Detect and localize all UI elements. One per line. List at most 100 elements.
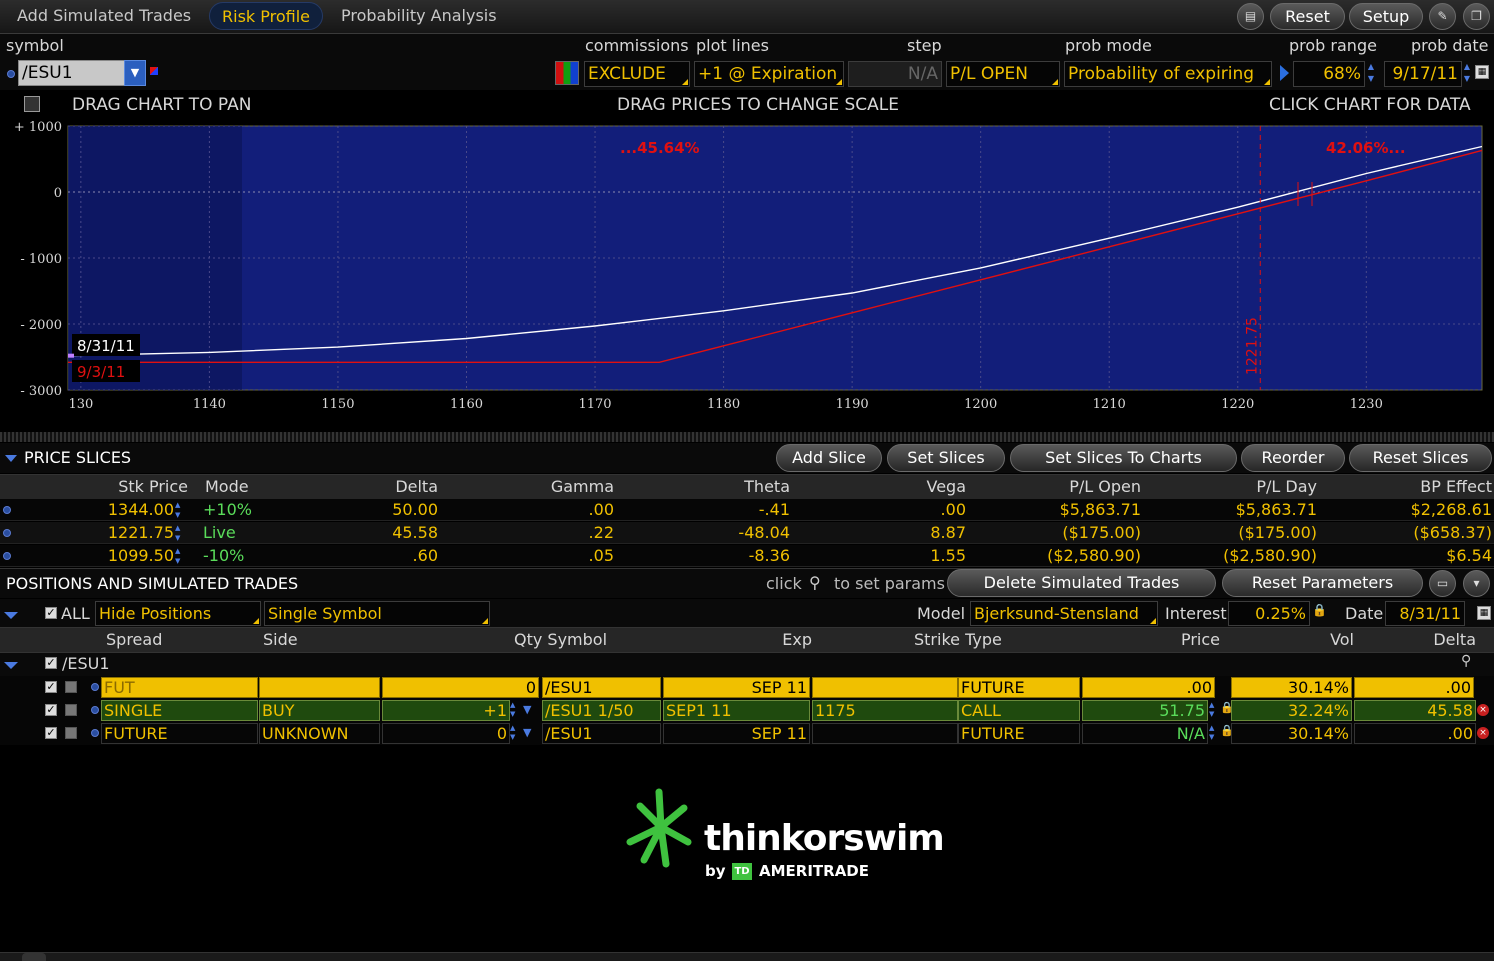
position-spread[interactable]: FUT [101, 677, 258, 698]
print-icon[interactable]: ▤ [1237, 3, 1264, 30]
tab-add-simulated-trades[interactable]: Add Simulated Trades [5, 2, 203, 30]
position-delta[interactable]: .00 [1354, 723, 1476, 744]
prob-date-input[interactable]: 9/17/11 [1384, 61, 1462, 87]
options-menu-icon[interactable]: ▾ [1463, 570, 1490, 597]
symbol-input[interactable]: /ESU1 [18, 60, 128, 86]
position-strike[interactable]: 1175 [812, 700, 958, 721]
position-vol[interactable]: 30.14% [1231, 677, 1352, 698]
col-pl-day[interactable]: P/L Day [1256, 477, 1317, 496]
position-side[interactable]: UNKNOWN [259, 723, 380, 744]
plot-lines-select[interactable]: +1 @ Expiration [694, 61, 844, 87]
col-price[interactable]: Price [1181, 630, 1220, 649]
slice-stk-price[interactable]: 1344.00 [108, 500, 174, 519]
expand-arrow-icon[interactable] [1280, 65, 1289, 81]
group-checkbox[interactable]: ✓ [45, 657, 57, 669]
collapse-slices-icon[interactable] [5, 455, 17, 462]
position-spread[interactable]: SINGLE [101, 700, 258, 721]
slice-row[interactable]: 1344.00 ▲ ▼ +10% 50.00 .00 -.41 .00 $5,863.71 $5,… [0, 499, 1494, 521]
add-slice-button[interactable]: Add Slice [776, 444, 882, 472]
symbol-dropdown-icon[interactable]: ▼ [124, 60, 146, 86]
position-exp[interactable]: SEP 11 [663, 677, 810, 698]
col-side[interactable]: Side [263, 630, 298, 649]
position-price[interactable]: N/A [1082, 723, 1208, 744]
reset-button[interactable]: Reset [1270, 3, 1345, 30]
prob-mode-select[interactable]: Probability of expiring [1064, 61, 1272, 87]
position-exp[interactable]: SEP1 11 [663, 700, 810, 721]
position-type[interactable]: FUTURE [958, 723, 1080, 744]
position-checkbox[interactable]: ✓ [45, 681, 57, 693]
position-strike[interactable] [812, 723, 958, 744]
remove-position-icon[interactable]: × [1477, 727, 1489, 739]
col-qty-symbol[interactable]: Qty Symbol [514, 630, 607, 649]
position-type[interactable]: FUTURE [958, 677, 1080, 698]
col-pos-delta[interactable]: Delta [1433, 630, 1476, 649]
col-gamma[interactable]: Gamma [551, 477, 614, 496]
position-checkbox[interactable]: ✓ [45, 704, 57, 716]
remove-position-icon[interactable]: × [1477, 704, 1489, 716]
symbol-dropdown-icon[interactable]: ▼ [523, 726, 531, 739]
position-row[interactable]: ✓ SINGLE BUY +1 ▲ ▼ ▼/ESU1 1/50 SEP1 11 1175 CALL… [0, 699, 1494, 722]
position-checkbox[interactable]: ✓ [45, 727, 57, 739]
col-mode[interactable]: Mode [205, 477, 249, 496]
price-stepper[interactable]: ▲ ▼ [1209, 701, 1214, 719]
reorder-button[interactable]: Reorder [1241, 444, 1345, 472]
prob-range-stepper[interactable]: ▲ ▼ [1365, 61, 1377, 87]
delete-simulated-trades-button[interactable]: Delete Simulated Trades [947, 569, 1216, 597]
price-stepper[interactable]: ▲ ▼ [1209, 724, 1214, 742]
collapse-group-icon[interactable] [4, 662, 18, 669]
qty-stepper[interactable]: ▲ ▼ [510, 724, 515, 742]
tab-probability-analysis[interactable]: Probability Analysis [329, 2, 509, 30]
interest-lock-icon[interactable]: 🔒 [1312, 603, 1327, 617]
slice-row[interactable]: 1099.50 ▲ ▼ -10% .60 .05 -8.36 1.55 ($2,580.90) (… [0, 545, 1494, 567]
pin-icon[interactable]: ✎ [1429, 3, 1456, 30]
link-color-icon[interactable] [150, 67, 158, 75]
position-qty[interactable]: 0 [382, 723, 510, 744]
position-symbol[interactable]: /ESU1 [542, 723, 661, 744]
position-strike[interactable] [812, 677, 958, 698]
single-symbol-select[interactable]: Single Symbol [264, 601, 490, 626]
col-spread[interactable]: Spread [106, 630, 162, 649]
col-exp[interactable]: Exp [782, 630, 812, 649]
symbol-dropdown-icon[interactable]: ▼ [523, 703, 531, 716]
prob-range-input[interactable]: 68% [1293, 61, 1365, 87]
pl-mode-select[interactable]: P/L OPEN [946, 61, 1060, 87]
date-calendar-icon[interactable]: ▦ [1477, 606, 1491, 620]
all-checkbox[interactable]: ✓ [45, 607, 57, 619]
position-select-box[interactable] [65, 727, 77, 739]
col-vol[interactable]: Vol [1330, 630, 1354, 649]
slice-stk-price[interactable]: 1221.75 [108, 523, 174, 542]
col-theta[interactable]: Theta [744, 477, 790, 496]
commissions-select[interactable]: EXCLUDE [584, 61, 690, 87]
position-exp[interactable]: SEP 11 [663, 723, 810, 744]
position-row[interactable]: ✓ FUT 0/ESU1 SEP 11 FUTURE .00 30.14% .00 [0, 676, 1494, 699]
position-spread[interactable]: FUTURE [101, 723, 258, 744]
prob-date-stepper[interactable]: ▲ ▼ [1461, 61, 1473, 87]
group-wrench-icon[interactable]: ⚲ [1461, 653, 1471, 669]
collapse-positions-icon[interactable] [4, 612, 18, 619]
hide-positions-select[interactable]: Hide Positions [95, 601, 261, 626]
export-icon[interactable]: ▭ [1429, 570, 1456, 597]
calendar-icon[interactable]: ▦ [1475, 65, 1489, 79]
position-select-box[interactable] [65, 704, 77, 716]
slice-row[interactable]: 1221.75 ▲ ▼ Live 45.58 .22 -48.04 8.87 ($175.00)… [0, 522, 1494, 544]
slice-price-stepper[interactable]: ▲ ▼ [175, 523, 180, 543]
col-bp-effect[interactable]: BP Effect [1420, 477, 1492, 496]
position-price[interactable]: 51.75 [1082, 700, 1208, 721]
position-qty[interactable]: 0 [382, 677, 539, 698]
position-delta[interactable]: .00 [1354, 677, 1474, 698]
col-delta[interactable]: Delta [395, 477, 438, 496]
position-vol[interactable]: 32.24% [1231, 700, 1352, 721]
detach-icon[interactable]: ❐ [1463, 3, 1490, 30]
risk-profile-chart[interactable]: + 1000 0 - 1000 - 2000 - 3000 130 1140 1150 116… [0, 120, 1494, 440]
position-vol[interactable]: 30.14% [1231, 723, 1352, 744]
setup-button[interactable]: Setup [1349, 3, 1423, 30]
set-slices-to-charts-button[interactable]: Set Slices To Charts [1010, 444, 1237, 472]
col-vega[interactable]: Vega [926, 477, 966, 496]
position-side[interactable]: BUY [259, 700, 380, 721]
step-input[interactable]: N/A [848, 61, 942, 87]
position-qty[interactable]: +1 [382, 700, 510, 721]
slice-stk-price[interactable]: 1099.50 [108, 546, 174, 565]
position-price[interactable]: .00 [1082, 677, 1215, 698]
col-stk-price[interactable]: Stk Price [118, 477, 188, 496]
tab-risk-profile[interactable]: Risk Profile [209, 2, 323, 30]
